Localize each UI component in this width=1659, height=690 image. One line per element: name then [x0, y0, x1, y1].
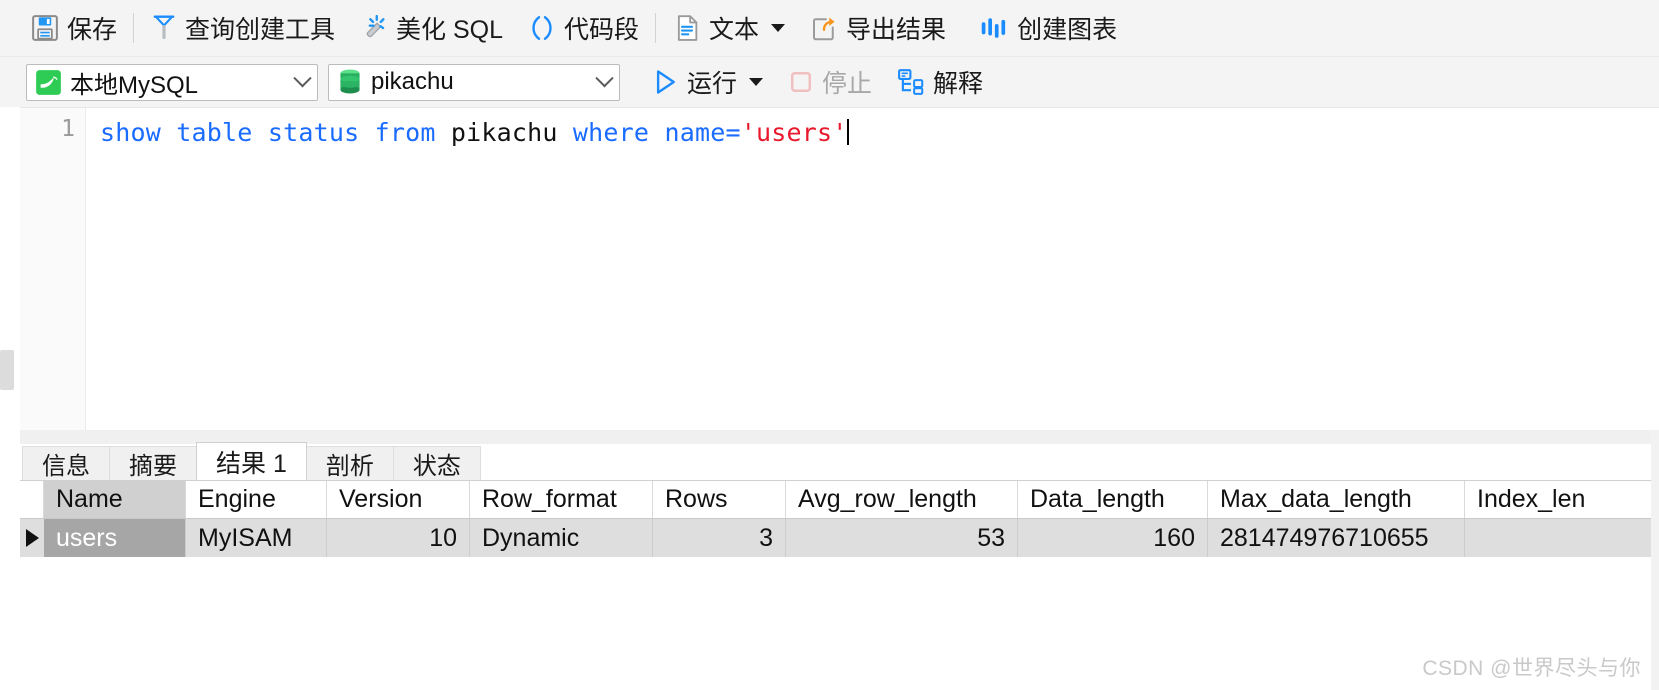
column-header-avg_row_length[interactable]: Avg_row_length — [786, 481, 1018, 518]
result-tabstrip: 信息 摘要 结果 1 剖析 状态 — [0, 430, 1659, 480]
column-header-name[interactable]: Name — [44, 481, 186, 518]
funnel-icon — [150, 13, 178, 43]
grid-corner-cell — [20, 481, 44, 518]
editor-gutter: 1 — [20, 108, 86, 430]
column-header-data_length[interactable]: Data_length — [1018, 481, 1208, 518]
query-builder-label: 查询创建工具 — [185, 16, 336, 44]
column-header-version[interactable]: Version — [327, 481, 470, 518]
panel-splitter-handle[interactable] — [0, 350, 14, 390]
text-caret — [847, 119, 850, 145]
create-chart-label: 创建图表 — [1017, 16, 1118, 44]
beautify-sql-button[interactable]: 美化 SQL — [355, 8, 507, 48]
explain-button[interactable]: 解释 — [892, 62, 987, 102]
stop-square-icon — [787, 68, 815, 96]
sql-token: 'users' — [740, 118, 848, 147]
sql-token: = — [725, 118, 741, 147]
grid-header-row: Name Engine Version Row_format Rows Avg_row_l… — [20, 481, 1659, 519]
column-header-max_data_length[interactable]: Max_data_length — [1208, 481, 1465, 518]
cell-index_len[interactable] — [1465, 519, 1659, 557]
export-result-button[interactable]: 导出结果 — [805, 8, 950, 48]
text-mode-label: 文本 — [709, 16, 760, 44]
bar-chart-icon — [980, 15, 1010, 41]
column-header-row_format[interactable]: Row_format — [470, 481, 653, 518]
result-tabs: 信息 摘要 结果 1 剖析 状态 — [22, 442, 481, 480]
magic-wand-icon — [359, 13, 389, 43]
cell-max_data_length[interactable]: 281474976710655 — [1208, 519, 1465, 557]
stop-button: 停止 — [783, 62, 876, 102]
create-chart-button[interactable]: 创建图表 — [976, 8, 1121, 48]
sql-token: pikachu — [450, 118, 558, 147]
csdn-watermark: CSDN @世界尽头与你 — [1422, 657, 1641, 680]
database-select[interactable]: pikachu — [328, 63, 620, 101]
mysql-dolphin-icon — [35, 69, 62, 96]
explain-label: 解释 — [933, 70, 984, 98]
tab-summary[interactable]: 摘要 — [109, 446, 197, 480]
query-toolbar: 本地MySQL pikachu 运行 停止 解释 — [0, 57, 1659, 107]
query-builder-button[interactable]: 查询创建工具 — [146, 8, 339, 48]
explain-plan-icon — [896, 67, 926, 97]
line-number: 1 — [61, 116, 75, 142]
editor-code-line[interactable]: show table status from pikachu where nam… — [100, 116, 850, 150]
table-row[interactable]: users MyISAM 10 Dynamic 3 53 160 28147497671065… — [20, 519, 1659, 557]
toolbar-separator-2 — [655, 13, 657, 43]
document-icon — [672, 13, 702, 43]
tab-result1[interactable]: 结果 1 — [196, 442, 307, 480]
floppy-disk-icon — [30, 13, 60, 43]
row-indicator-triangle-icon — [25, 529, 39, 547]
sql-token: where — [572, 118, 650, 147]
run-label: 运行 — [687, 70, 738, 98]
sql-editor[interactable]: 1 show table status from pikachu where n… — [20, 107, 1659, 430]
tab-profile[interactable]: 剖析 — [305, 446, 394, 480]
save-button[interactable]: 保存 — [26, 8, 121, 48]
beautify-sql-label: 美化 SQL — [396, 16, 504, 44]
database-value: pikachu — [371, 68, 454, 95]
cell-rows[interactable]: 3 — [653, 519, 786, 557]
cell-data_length[interactable]: 160 — [1018, 519, 1208, 557]
text-mode-button[interactable]: 文本 — [668, 8, 789, 48]
column-header-rows[interactable]: Rows — [653, 481, 786, 518]
cell-row_format[interactable]: Dynamic — [470, 519, 653, 557]
result-grid[interactable]: Name Engine Version Row_format Rows Avg_row_l… — [20, 480, 1659, 690]
toolbar-separator-1 — [133, 13, 135, 43]
export-arrow-icon — [809, 13, 839, 43]
connection-select[interactable]: 本地MySQL — [26, 63, 318, 101]
connection-value: 本地MySQL — [70, 71, 199, 99]
sql-token: status — [267, 118, 360, 147]
cell-avg_row_length[interactable]: 53 — [786, 519, 1018, 557]
parentheses-icon — [527, 13, 557, 43]
database-cylinder-icon — [337, 68, 363, 96]
sql-token: name — [664, 118, 726, 147]
snippet-button[interactable]: 代码段 — [523, 8, 643, 48]
cell-version[interactable]: 10 — [327, 519, 470, 557]
play-triangle-icon — [650, 67, 680, 97]
column-header-engine[interactable]: Engine — [186, 481, 327, 518]
cell-name[interactable]: users — [44, 519, 186, 557]
save-label: 保存 — [67, 16, 118, 44]
column-header-index_len[interactable]: Index_len — [1465, 481, 1659, 518]
database-dropdown-arrow[interactable] — [589, 65, 619, 100]
snippet-label: 代码段 — [564, 16, 640, 44]
sql-token: table — [176, 118, 253, 147]
sql-token: show — [100, 118, 162, 147]
results-right-strip — [1651, 430, 1659, 690]
row-indicator[interactable] — [20, 519, 44, 557]
results-panel: 信息 摘要 结果 1 剖析 状态 Name Engine Version Row_format… — [0, 430, 1659, 690]
export-result-label: 导出结果 — [846, 16, 947, 44]
cell-engine[interactable]: MyISAM — [186, 519, 327, 557]
chevron-down-icon[interactable] — [771, 24, 786, 32]
tab-status[interactable]: 状态 — [392, 446, 481, 480]
sql-token: from — [374, 118, 436, 147]
stop-label: 停止 — [822, 70, 873, 98]
main-toolbar: 保存 查询创建工具 美化 SQL 代码段 文本 导出结果 创建图表 — [0, 0, 1659, 57]
run-button[interactable]: 运行 — [646, 62, 767, 102]
tab-info[interactable]: 信息 — [22, 446, 110, 480]
run-chevron-down-icon[interactable] — [749, 78, 764, 86]
connection-dropdown-arrow[interactable] — [287, 65, 317, 100]
